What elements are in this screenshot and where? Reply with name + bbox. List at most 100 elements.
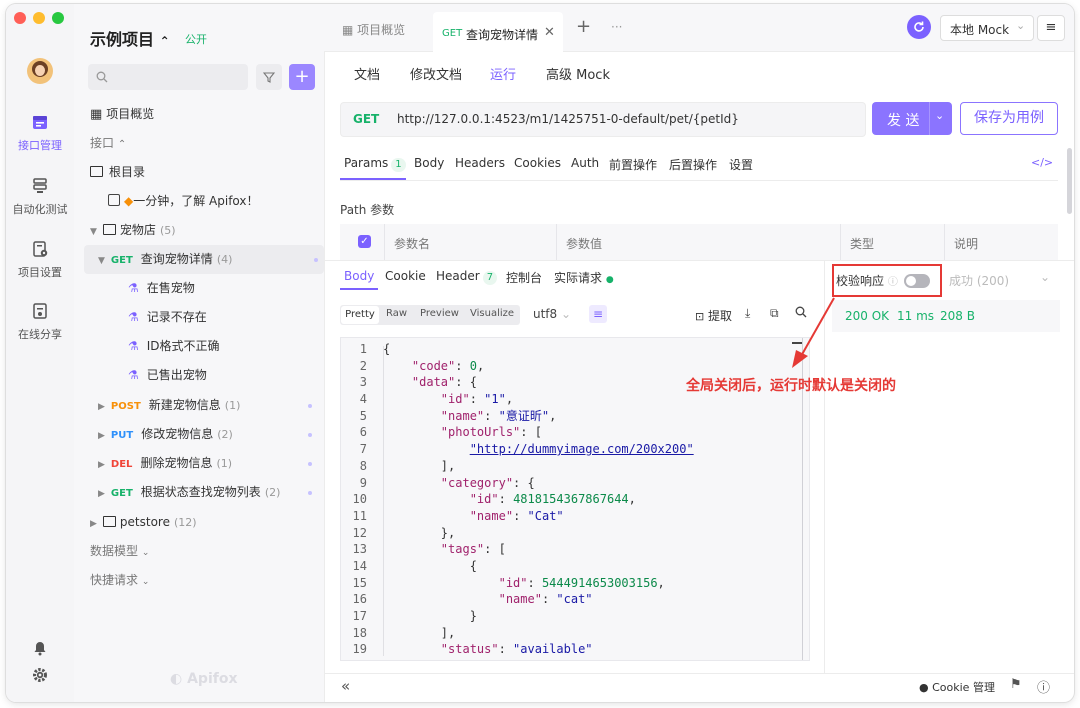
tab-body[interactable]: Body [414, 156, 444, 170]
case-item[interactable]: ⚗ 已售出宠物 [128, 361, 207, 390]
gear-icon[interactable] [32, 667, 48, 683]
bell-icon[interactable] [32, 640, 48, 656]
menu-button[interactable]: ≡ [1037, 15, 1065, 41]
response-tab-header[interactable]: Header 7 [436, 269, 498, 285]
response-tab-cookie[interactable]: Cookie [385, 269, 426, 283]
code-punct: : [498, 492, 514, 507]
rail-item-project-settings[interactable]: 项目设置 [6, 240, 74, 280]
tab-cookies[interactable]: Cookies [514, 156, 561, 170]
case-item[interactable]: ⚗ 记录不存在 [128, 303, 207, 332]
subtab-docs[interactable]: 文档 [354, 64, 380, 83]
code-line: 8 ], [341, 458, 781, 475]
maximize-window-button[interactable] [52, 12, 64, 24]
code-link[interactable]: "http://dummyimage.com/200x200" [470, 442, 694, 456]
url-input[interactable]: http://127.0.0.1:4523/m1/1425751-0-defau… [397, 112, 739, 126]
response-tab-body[interactable]: Body [344, 269, 374, 283]
sync-button[interactable] [907, 15, 931, 39]
save-as-case-button[interactable]: 保存为用例 [960, 102, 1058, 135]
tab-params[interactable]: Params 1 [344, 156, 406, 172]
shirt-icon[interactable]: ⚑ [1010, 677, 1022, 692]
toggle-switch[interactable] [903, 274, 930, 288]
format-preview[interactable]: Preview [420, 308, 459, 319]
scrollbar-thumb[interactable] [1067, 148, 1072, 214]
endpoint-put[interactable]: ▶ PUT 修改宠物信息 (2) [98, 420, 318, 449]
url-bar[interactable]: GET http://127.0.0.1:4523/m1/1425751-0-d… [340, 102, 866, 137]
endpoint-get-pet-detail[interactable]: ▼ GET 查询宠物详情 (4) [84, 245, 324, 274]
doc-intro[interactable]: ◆一分钟，了解 Apifox！ [108, 187, 259, 216]
filter-button[interactable] [256, 64, 282, 90]
collapse-sidebar-button[interactable]: « [341, 677, 350, 695]
tab-settings[interactable]: 设置 [729, 156, 753, 173]
chevron-down-icon: ⌄ [141, 577, 150, 587]
chevron-down-icon[interactable]: ⌄ [1040, 270, 1050, 284]
filter-icon [263, 72, 275, 83]
code-punct [383, 359, 412, 373]
close-tab-icon[interactable]: ✕ [544, 25, 555, 40]
quick-request-section[interactable]: 快捷请求 ⌄ [90, 566, 149, 595]
validate-response-toggle[interactable]: 校验响应 ⓘ [836, 272, 930, 289]
endpoint-post[interactable]: ▶ POST 新建宠物信息 (1) [98, 391, 318, 420]
rail-item-automation[interactable]: 自动化测试 [6, 177, 74, 217]
code-punct [383, 509, 470, 523]
format-pretty[interactable]: Pretty [341, 306, 379, 324]
code-line: 18 ], [341, 625, 781, 642]
wrap-lines-icon[interactable]: ≡ [589, 305, 607, 323]
line-number: 2 [359, 358, 367, 373]
code-punct [383, 642, 441, 656]
rail-item-online-share[interactable]: 在线分享 [6, 302, 74, 342]
folder-petstore[interactable]: ▼ 宠物店 (5) [90, 216, 176, 245]
validate-status-select[interactable]: 成功 (200) [949, 272, 1009, 289]
download-icon[interactable]: ⤓ [745, 306, 750, 321]
endpoint-delete[interactable]: ▶ DEL 删除宠物信息 (1) [98, 449, 318, 478]
method-select[interactable]: GET [353, 112, 379, 126]
tab-active-endpoint[interactable]: GET 查询宠物详情 ✕ [433, 12, 563, 52]
project-title[interactable]: 示例项目 ⌃ [90, 26, 170, 50]
extract-button[interactable]: ⊡ 提取 [695, 307, 732, 324]
tab-post-processors[interactable]: 后置操作 [669, 156, 717, 173]
send-label: 发 送 [887, 113, 920, 129]
cookie-manager-button[interactable]: ● Cookie 管理 [919, 679, 995, 695]
format-raw[interactable]: Raw [386, 308, 407, 319]
code-line: 12 }, [341, 525, 781, 542]
minimize-window-button[interactable] [33, 12, 45, 24]
more-tabs-button[interactable]: ··· [611, 20, 622, 34]
project-name: 示例项目 [90, 30, 155, 49]
response-tab-actual-request[interactable]: 实际请求 ● [554, 269, 614, 286]
sidebar-item-overview[interactable]: ▦ 项目概览 [90, 100, 310, 129]
encoding-select[interactable]: utf8 ⌄ [533, 307, 571, 321]
send-button[interactable]: 发 送 ⌄ [872, 102, 952, 135]
folder-root[interactable]: 根目录 [90, 158, 145, 187]
add-button[interactable]: + [289, 64, 315, 90]
rail-item-api-management[interactable]: 接口管理 [6, 113, 74, 153]
format-visualize[interactable]: Visualize [470, 308, 514, 319]
tab-headers[interactable]: Headers [455, 156, 505, 170]
data-models-section[interactable]: 数据模型 ⌄ [90, 537, 149, 566]
search-input[interactable] [88, 64, 248, 90]
environment-select[interactable]: 本地 Mock ⌄ [940, 15, 1034, 41]
select-all-checkbox[interactable]: ✓ [358, 235, 371, 248]
copy-icon[interactable]: ⧉ [770, 306, 779, 321]
case-item[interactable]: ⚗ ID格式不正确 [128, 332, 220, 361]
case-item[interactable]: ⚗ 在售宠物 [128, 274, 195, 303]
chevron-down-icon: ⌄ [1016, 19, 1026, 32]
close-window-button[interactable] [14, 12, 26, 24]
subtab-edit-docs[interactable]: 修改文档 [410, 64, 462, 83]
code-punct: { [383, 342, 391, 356]
sidebar: 示例项目 ⌃ 公开 + ▦ 项目概览 接口 ⌃ 根目录 ◆一分钟，了解 Apifo… [74, 4, 325, 702]
code-icon[interactable]: </> [1031, 156, 1053, 169]
response-tab-console[interactable]: 控制台 [506, 269, 542, 286]
chevron-down-icon: ⌄ [561, 307, 572, 321]
tab-auth[interactable]: Auth [571, 156, 599, 170]
subtab-run[interactable]: 运行 [490, 64, 516, 83]
tab-overview[interactable]: ▦ 项目概览 [342, 21, 405, 38]
add-tab-button[interactable]: + [576, 16, 591, 37]
folder-petstore-2[interactable]: ▶ petstore (12) [90, 508, 197, 537]
interfaces-section[interactable]: 接口 ⌃ [90, 129, 126, 158]
endpoint-get-by-status[interactable]: ▶ GET 根据状态查找宠物列表 (2) [98, 478, 318, 507]
folder-open-icon [102, 224, 116, 235]
avatar[interactable] [27, 58, 53, 84]
help-icon[interactable]: ⓘ [1037, 677, 1050, 696]
tab-pre-processors[interactable]: 前置操作 [609, 156, 657, 173]
chevron-down-icon[interactable]: ⌄ [935, 109, 944, 122]
subtab-advanced-mock[interactable]: 高级 Mock [546, 64, 610, 83]
